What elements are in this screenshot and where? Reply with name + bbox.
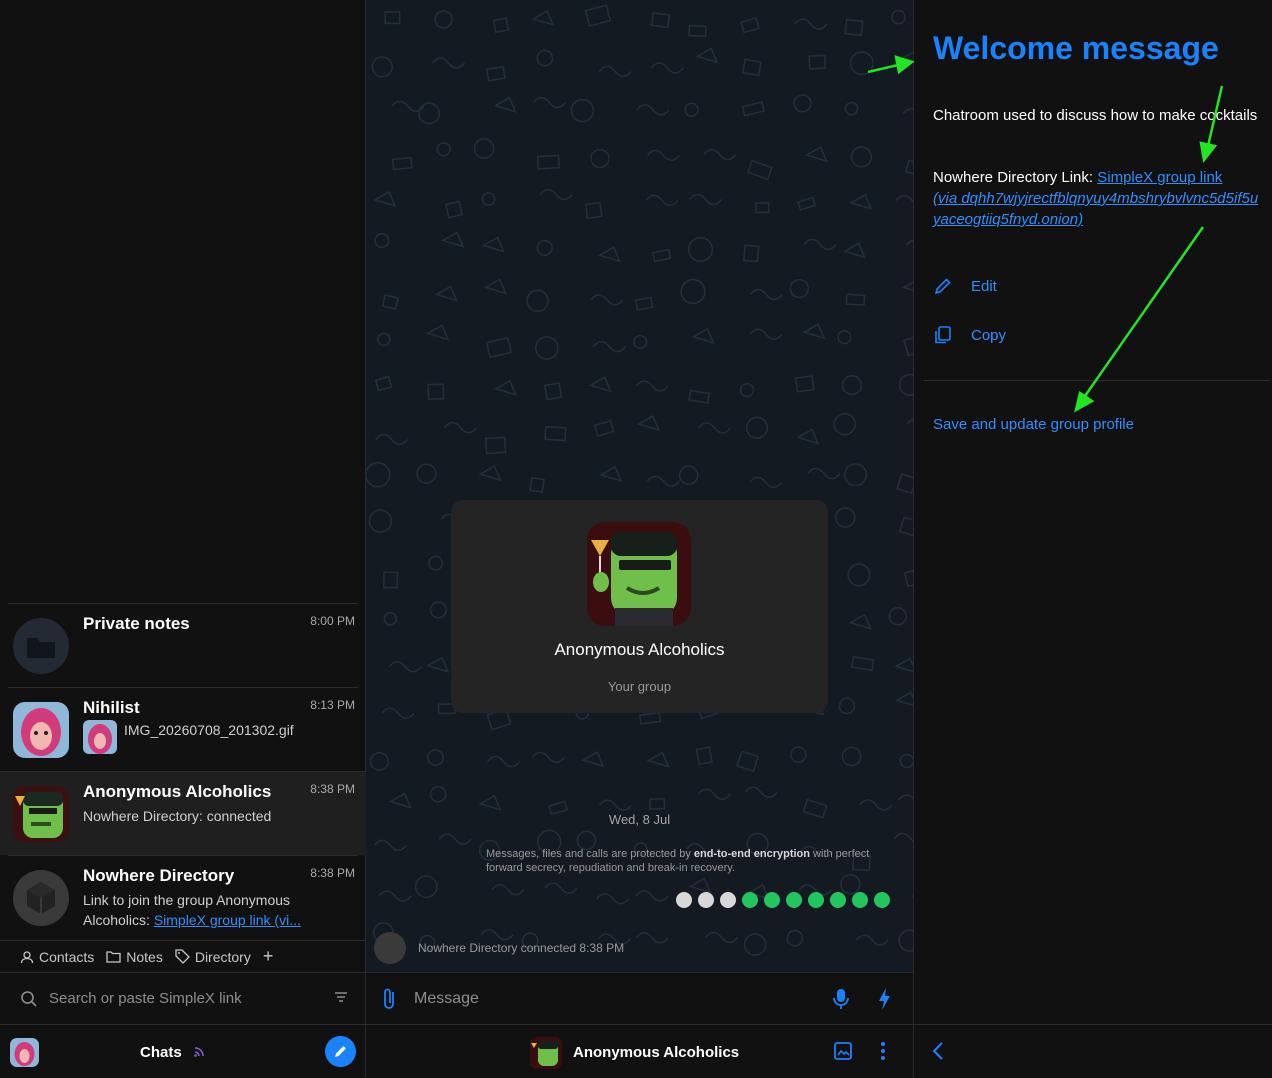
message-input[interactable]: Message <box>414 990 479 1008</box>
directory-avatar <box>13 870 69 926</box>
microphone-icon[interactable] <box>833 987 849 1011</box>
copy-icon <box>935 326 951 344</box>
e2e-bold: end-to-end encryption <box>693 848 810 860</box>
tag-notes[interactable]: Notes <box>106 949 163 965</box>
tag-label: Notes <box>126 948 163 965</box>
group-avatar <box>13 786 69 842</box>
feature-icons <box>676 892 890 908</box>
copy-button[interactable]: Copy <box>933 325 1006 345</box>
tag-directory[interactable]: Directory <box>175 949 251 965</box>
chat-name: Nowhere Directory <box>83 866 235 885</box>
group-link[interactable]: SimpleX group link (vi... <box>154 912 301 928</box>
user-avatar[interactable] <box>10 1038 39 1067</box>
connected-event: Nowhere Directory connected 8:38 PM <box>374 932 624 964</box>
group-avatar[interactable] <box>530 1037 562 1069</box>
chat-preview: IMG_20260708_201302.gif <box>83 720 353 754</box>
feature-icon <box>808 892 824 908</box>
feature-icon <box>786 892 802 908</box>
e2e-prefix: Messages, files and calls are protected … <box>486 848 694 860</box>
divider <box>924 380 1270 381</box>
chat-preview: Link to join the group Anonymous Alcohol… <box>83 890 353 930</box>
feature-icon <box>852 892 868 908</box>
chat-time: 8:38 PM <box>310 866 355 880</box>
right-bottom-bar <box>914 1024 1272 1078</box>
date-separator: Wed, 8 Jul <box>608 812 671 827</box>
back-chevron-icon[interactable] <box>932 1041 944 1061</box>
feature-icon <box>698 892 714 908</box>
chat-name: Anonymous Alcoholics <box>83 782 272 801</box>
feature-icon <box>874 892 890 908</box>
edit-button[interactable]: Edit <box>933 276 997 296</box>
add-tag-button[interactable]: + <box>263 946 274 967</box>
chat-list: Private notes 8:00 PM Nihilist 8:13 PM I… <box>0 603 366 939</box>
pencil-icon <box>335 1046 346 1057</box>
tag-icon <box>175 949 190 964</box>
chat-name: Private notes <box>83 614 190 633</box>
member-avatar[interactable] <box>374 932 406 964</box>
chat-list-panel: Private notes 8:00 PM Nihilist 8:13 PM I… <box>0 0 366 1078</box>
chat-view: Anonymous Alcoholics Your group Wed, 8 J… <box>366 0 913 1078</box>
directory-label: Nowhere Directory Link: <box>933 169 1098 186</box>
feature-icon <box>720 892 736 908</box>
lightning-icon[interactable] <box>877 987 891 1011</box>
chat-header-bar: Anonymous Alcoholics <box>366 1024 913 1078</box>
left-bottom-bar: Chats <box>0 1024 366 1078</box>
group-name: Anonymous Alcoholics <box>554 640 725 659</box>
chat-item-nihilist[interactable]: Nihilist 8:13 PM IMG_20260708_201302.gif <box>8 687 358 771</box>
group-subtitle: Your group <box>607 679 672 694</box>
directory-link-detail[interactable]: (via dqhh7wjyjrectfblqnyuy4mbshrybvlvnc5… <box>933 190 1258 228</box>
nihilist-avatar <box>13 702 69 758</box>
directory-group-link[interactable]: SimpleX group link <box>1097 169 1222 186</box>
feature-icon <box>764 892 780 908</box>
feature-icon <box>830 892 846 908</box>
chat-preview-text: IMG_20260708_201302.gif <box>124 722 294 738</box>
pencil-icon <box>934 278 951 295</box>
rss-icon[interactable] <box>193 1044 207 1058</box>
more-vertical-icon[interactable] <box>880 1041 886 1061</box>
panel-title: Welcome message <box>933 30 1219 66</box>
chat-name: Nihilist <box>83 698 140 717</box>
tag-contacts[interactable]: Contacts <box>20 949 94 965</box>
new-chat-button[interactable] <box>325 1036 356 1067</box>
compose-bar: Message <box>366 972 913 1024</box>
paperclip-icon[interactable] <box>381 987 399 1011</box>
feature-icon <box>676 892 692 908</box>
folder-outline-icon <box>106 951 121 963</box>
directory-link-line: Nowhere Directory Link: SimpleX group li… <box>933 167 1263 230</box>
tag-label: Directory <box>194 948 251 965</box>
chat-preview: Nowhere Directory: connected <box>83 808 272 824</box>
save-profile-button[interactable]: Save and update group profile <box>933 416 1134 433</box>
group-info-card: Anonymous Alcoholics Your group <box>451 500 828 713</box>
search-icon <box>21 990 37 1007</box>
tag-label: Contacts <box>39 948 95 965</box>
chat-title[interactable]: Anonymous Alcoholics <box>573 1044 739 1061</box>
tag-filter-bar: Contacts Notes Directory + <box>0 940 366 972</box>
e2e-notice: Messages, files and calls are protected … <box>486 847 876 875</box>
chat-time: 8:00 PM <box>310 614 355 628</box>
person-icon <box>20 950 34 963</box>
chat-item-private-notes[interactable]: Private notes 8:00 PM <box>8 603 358 687</box>
chat-item-anonymous-alcoholics[interactable]: Anonymous Alcoholics 8:38 PM Nowhere Dir… <box>0 771 366 855</box>
edit-label: Edit <box>971 277 997 295</box>
chats-title: Chats <box>140 1044 182 1061</box>
connected-event-text: Nowhere Directory connected 8:38 PM <box>418 941 625 955</box>
gallery-icon[interactable] <box>833 1041 853 1061</box>
chat-item-nowhere-directory[interactable]: Nowhere Directory 8:38 PM Link to join t… <box>8 855 358 939</box>
group-avatar[interactable] <box>587 522 691 626</box>
chat-time: 8:13 PM <box>310 698 355 712</box>
search-input[interactable]: Search or paste SimpleX link <box>49 990 242 1007</box>
gif-thumbnail-icon <box>83 720 117 754</box>
copy-label: Copy <box>971 326 1007 344</box>
welcome-text: Chatroom used to discuss how to make coc… <box>933 107 1258 124</box>
search-bar[interactable]: Search or paste SimpleX link <box>0 972 366 1024</box>
feature-icon <box>742 892 758 908</box>
welcome-message-panel: Welcome message Chatroom used to discuss… <box>913 0 1272 1078</box>
filter-icon[interactable] <box>334 991 348 1003</box>
chat-time: 8:38 PM <box>310 782 355 796</box>
folder-icon <box>13 618 69 674</box>
